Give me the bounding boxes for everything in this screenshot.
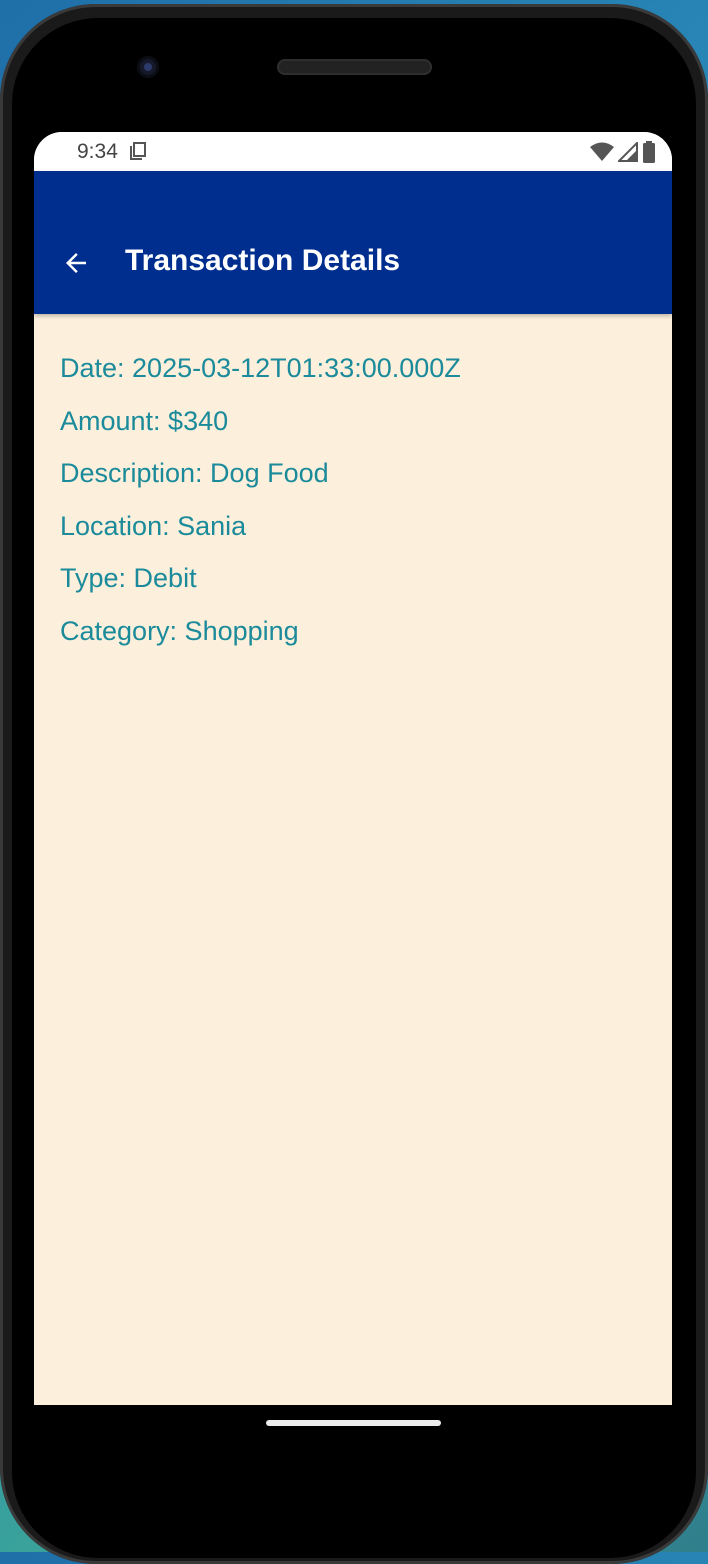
detail-category: Category: Shopping — [60, 615, 299, 646]
arrow-left-icon — [66, 253, 86, 273]
detail-date: Date: 2025-03-12T01:33:00.000Z — [60, 353, 461, 383]
detail-amount: Amount: $340 — [60, 405, 229, 436]
back-button[interactable] — [52, 239, 100, 287]
detail-description: Description: Dog Food — [60, 458, 329, 489]
sim-card-icon — [130, 142, 146, 160]
front-camera — [137, 56, 159, 78]
wifi-icon — [590, 142, 614, 161]
signal-icon — [618, 142, 638, 162]
battery-icon — [643, 141, 655, 163]
status-bar: 9:34 — [34, 132, 672, 171]
transaction-details: Date: 2025-03-12T01:33:00.000Z Amount: $… — [60, 342, 650, 658]
detail-type: Type: Debit — [60, 563, 197, 594]
page-title: Transaction Details — [125, 244, 401, 277]
home-indicator[interactable] — [266, 1420, 441, 1426]
status-icons — [590, 141, 656, 163]
app-screen: 9:34 Transaction Details Date: 2025-03-1… — [34, 132, 672, 1405]
app-bar: Transaction Details — [34, 171, 672, 314]
detail-location: Location: Sania — [60, 510, 247, 541]
status-time: 9:34 — [77, 140, 118, 163]
earpiece-speaker — [277, 59, 432, 75]
